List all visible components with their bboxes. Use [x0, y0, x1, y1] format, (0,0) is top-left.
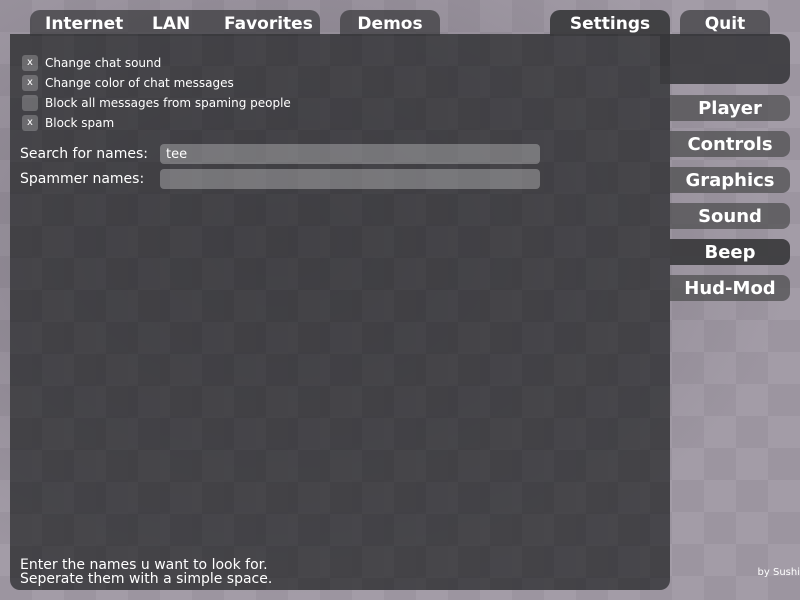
sidebar-item-player[interactable]: Player — [670, 95, 790, 121]
chat-sound-label: Change chat sound — [45, 56, 162, 70]
block-spammers-label: Block all messages from spaming people — [45, 96, 291, 110]
search-names-input[interactable] — [160, 144, 540, 164]
checkbox-row-block-spam[interactable]: x Block spam — [22, 114, 114, 132]
sidebar-item-sound[interactable]: Sound — [670, 203, 790, 229]
chat-color-checkbox[interactable]: x — [22, 75, 38, 91]
checkbox-row-chat-color[interactable]: x Change color of chat messages — [22, 74, 234, 92]
sidebar-item-controls[interactable]: Controls — [670, 131, 790, 157]
sidebar-item-hud-mod[interactable]: Hud-Mod — [670, 275, 790, 301]
tab-quit[interactable]: Quit — [680, 10, 770, 36]
block-spammers-checkbox[interactable] — [22, 95, 38, 111]
sidebar-item-beep[interactable]: Beep — [670, 239, 790, 265]
search-names-label: Search for names: — [20, 146, 148, 162]
chat-color-label: Change color of chat messages — [45, 76, 234, 90]
tab-demos[interactable]: Demos — [340, 10, 440, 36]
sidebar-item-graphics[interactable]: Graphics — [670, 167, 790, 193]
hint-line-2: Seperate them with a simple space. — [20, 571, 273, 587]
spammer-names-label: Spammer names: — [20, 171, 145, 187]
credit-text: by Sushi — [757, 567, 800, 578]
block-spam-checkbox[interactable]: x — [22, 115, 38, 131]
chat-sound-checkbox[interactable]: x — [22, 55, 38, 71]
checkbox-row-block-spammers[interactable]: Block all messages from spaming people — [22, 94, 291, 112]
checkbox-row-chat-sound[interactable]: x Change chat sound — [22, 54, 161, 72]
spammer-names-input[interactable] — [160, 169, 540, 189]
browser-tab-group: Internet LAN Favorites — [30, 10, 320, 36]
block-spam-label: Block spam — [45, 116, 115, 130]
tab-settings[interactable]: Settings — [550, 10, 670, 36]
settings-header-strip — [660, 34, 790, 84]
